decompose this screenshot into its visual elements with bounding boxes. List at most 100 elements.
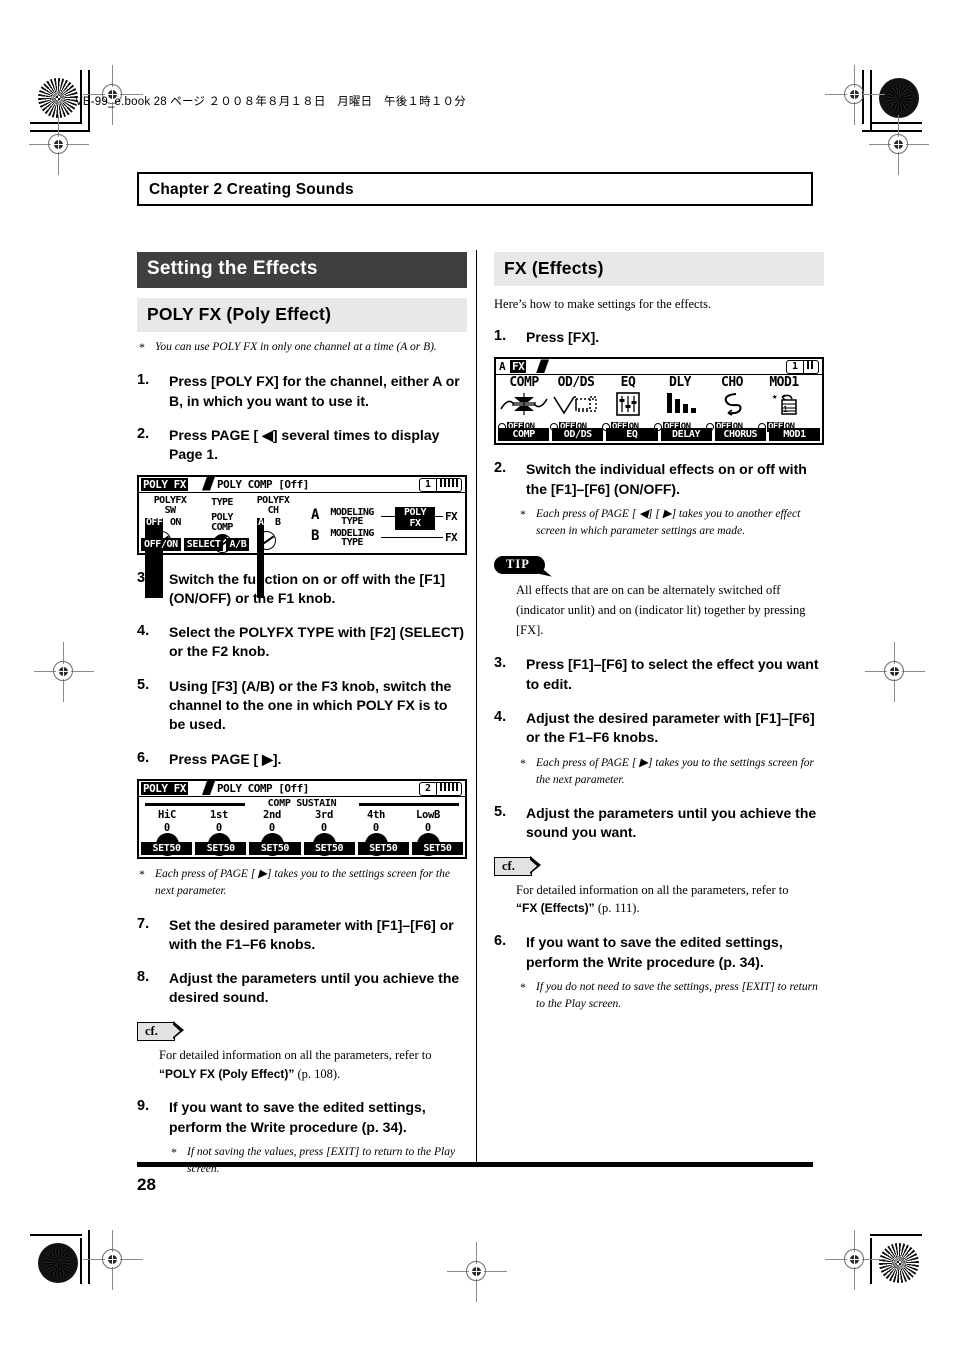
cf-block-right: cf. For detailed information on all the … [494,856,824,919]
step-text: Adjust the desired parameter with [F1]–[… [526,709,815,746]
step-text: Press [F1]–[F6] to select the effect you… [526,656,819,692]
lcd-title-slash-icon [202,476,215,491]
lcd-page-scale-icon [804,360,819,375]
cf-reference-page: (p. 108). [294,1066,341,1081]
softkey-od-ds[interactable]: OD/DS [552,428,604,442]
subsection-heading-poly-fx: POLY FX (Poly Effect) [137,298,467,332]
step-number: 3. [494,655,507,672]
chapter-title: Chapter 2 Creating Sounds [149,181,354,198]
softkey-set50-1[interactable]: SET50 [141,842,193,855]
softkey-chorus[interactable]: CHORUS [714,428,766,442]
step-text: Adjust the parameters until you achieve … [526,805,817,841]
fx-name-eq: EQ [620,375,636,391]
step-number: 4. [137,623,150,640]
registration-mark-top-right-lower [869,115,929,175]
softkey-comp[interactable]: COMP [498,428,550,442]
softkey-mod1[interactable]: MOD1 [768,428,821,442]
step-text: Set the desired parameter with [F1]–[F6]… [169,916,454,952]
softkey-set50-3[interactable]: SET50 [249,842,301,855]
fx-name-od-ds: OD/DS [557,375,595,391]
lcd-page-scale-icon [437,782,462,796]
lcd-title-bar: POLY FX POLY COMP [Off] 1 [139,476,465,493]
note-text: If you do not need to save the settings,… [536,980,818,1011]
step-text: If you want to save the edited settings,… [169,1099,426,1135]
crop-mark-bottom-left-h [30,1234,82,1236]
lcd-value-ch-a: A [257,517,265,598]
lcd-screen-polyfx-page2: POLY FX POLY COMP [Off] 2 COMP SUSTAIN H… [137,779,467,859]
svg-text:1: 1 [783,405,788,414]
manual-page: VB-99_e.book 28 ページ ２００８年８月１８日 月曜日 午後１時１… [0,0,954,1351]
cf-reference-title: “POLY FX (Poly Effect)” [159,1066,295,1081]
note-text: Each press of PAGE [ ▶] takes you to the… [536,756,814,786]
asterisk-marker: * [520,981,526,994]
step-4: 4. Select the POLYFX TYPE with [F2] (SEL… [137,623,467,662]
fx-step-4: 4. Adjust the desired parameter with [F1… [494,709,824,748]
asterisk-marker: * [520,509,526,522]
lcd-wire-a-2 [435,515,443,517]
equalizer-icon [602,391,654,417]
step-number: 4. [494,708,507,725]
section-heading-fx-effects: FX (Effects) [494,252,824,286]
crop-mark-bottom-left-v [80,1238,82,1284]
lcd-polyfx-route-line1: POLY [403,506,427,518]
step-5: 5. Using [F3] (A/B) or the F3 knob, swit… [137,677,467,735]
step-text: Using [F3] (A/B) or the F3 knob, switch … [169,677,452,733]
softkey-set50-6[interactable]: SET50 [411,842,464,855]
softkey-eq[interactable]: EQ [606,428,658,442]
fx-name-comp: COMP [509,375,539,391]
crop-mark-bottom-left-v2 [88,1230,90,1284]
registration-mark-top-right [825,65,885,125]
crop-mark-top-right-h [870,122,922,124]
asterisk-marker: * [139,342,145,354]
softkey-set50-5[interactable]: SET50 [357,842,409,855]
print-file-stamp: VB-99_e.book 28 ページ ２００８年８月１８日 月曜日 午後１時１… [75,96,466,108]
note-after-step4: * Each press of PAGE [ ▶] takes you to t… [518,755,824,790]
softkey-set50-2[interactable]: SET50 [195,842,247,855]
svg-text:★: ★ [772,392,778,402]
tip-block: TIP All effects that are on can be alter… [494,555,824,641]
lcd-page-scale-icon [437,477,462,492]
softkey-delay[interactable]: DELAY [660,428,712,442]
lcd-title-inverse: POLY FX [141,477,188,491]
step-text: Press PAGE [ ▶]. [169,750,282,767]
lcd-param-name: 2nd [262,809,282,821]
lcd-title-slash-icon [202,781,215,795]
cf-badge: cf. [137,1021,184,1041]
lcd-page-number: 2 [418,782,437,796]
registration-mark-mid-left [34,642,94,702]
note-final-right: * If you do not need to save the setting… [518,979,824,1014]
softkey-select[interactable]: SELECT [183,537,224,551]
modulation-icon: ★ 1 [758,391,810,417]
lcd-title-channel: A [499,360,506,374]
cf-badge: cf. [494,856,541,876]
asterisk-marker: * [520,757,526,770]
lcd-softkey-row: COMP OD/DS EQ DELAY CHORUS MOD1 [496,428,822,443]
lcd-screen-polyfx-page1: POLY FX POLY COMP [Off] 1 POLYFX SW OFF … [137,474,467,598]
compressor-icon [498,391,550,417]
note-text: Each press of PAGE [ ◀] [ ▶] takes you t… [536,508,801,538]
lcd-param-name: 3rd [314,809,334,821]
fx-step-6: 6. If you want to save the edited settin… [494,933,824,972]
registration-rosette-bottom-left [38,1243,78,1283]
note-after-step2: * Each press of PAGE [ ◀] [ ▶] takes you… [518,506,824,541]
step-text: Switch the individual effects on or off … [526,461,807,497]
lcd-softkey-row: OFF/ON SELECT A/B [139,537,465,553]
lcd-value-sw-on: ON [170,516,181,528]
lcd-group-rule-right [359,803,459,806]
lcd-title-slash-icon [536,359,549,374]
step-number: 7. [137,915,150,932]
section-heading-setting-the-effects: Setting the Effects [137,252,467,288]
lcd-param-name: 4th [366,809,386,821]
softkey-off-on[interactable]: OFF/ON [141,537,181,551]
lcd-title-rest: POLY COMP [Off] [217,782,309,795]
step-6: 6. Press PAGE [ ▶]. [137,750,467,769]
cf-body: For detailed information on all the para… [494,881,824,919]
lcd-page-number: 1 [785,360,804,375]
intro-text: Here’s how to make settings for the effe… [494,297,712,311]
softkey-a-b[interactable]: A/B [226,537,250,551]
step-8: 8. Adjust the parameters until you achie… [137,969,467,1008]
left-column: Setting the Effects POLY FX (Poly Effect… [137,252,467,1178]
softkey-set50-4[interactable]: SET50 [303,842,355,855]
step-9: 9. If you want to save the edited settin… [137,1098,467,1137]
note-page-right-left: * Each press of PAGE [ ▶] takes you to t… [137,866,467,901]
